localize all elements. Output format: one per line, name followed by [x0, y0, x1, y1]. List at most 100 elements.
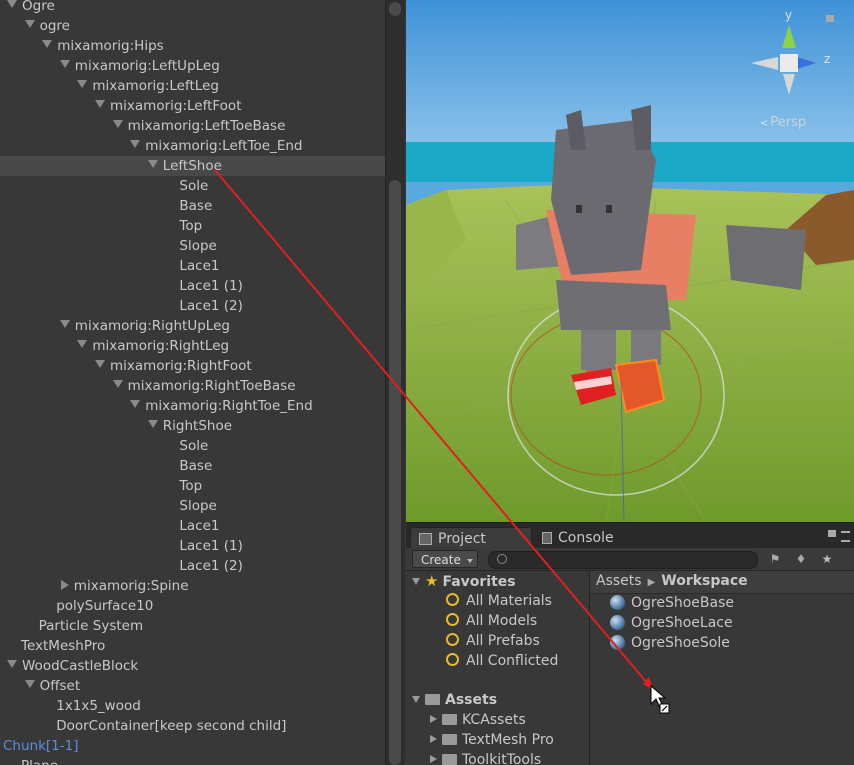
scrollbar-up-cap[interactable] — [389, 2, 401, 16]
chevron-down-icon[interactable] — [130, 400, 141, 408]
lock-icon[interactable] — [826, 15, 834, 22]
chevron-down-icon[interactable] — [147, 160, 158, 168]
hierarchy-row[interactable]: mixamorig:Spine — [0, 576, 385, 596]
hierarchy-row[interactable]: mixamorig:RightFoot — [0, 356, 385, 376]
chevron-down-icon[interactable] — [24, 20, 35, 28]
hierarchy-row[interactable]: Base — [0, 456, 385, 476]
hierarchy-scrollbar[interactable] — [385, 0, 405, 765]
asset-folder[interactable]: TextMesh Pro — [430, 730, 554, 750]
chevron-down-icon[interactable] — [42, 40, 53, 48]
lock-icon[interactable] — [828, 530, 836, 537]
tab-project[interactable]: Project — [410, 527, 532, 550]
hierarchy-row[interactable]: mixamorig:LeftToeBase — [0, 116, 385, 136]
hierarchy-row[interactable]: mixamorig:LeftFoot — [0, 96, 385, 116]
favorite-item[interactable]: All Materials — [446, 591, 552, 611]
hierarchy-row[interactable]: Slope — [0, 236, 385, 256]
asset-folder-label: KCAssets — [462, 712, 526, 728]
hierarchy-row[interactable]: LeftShoe — [0, 156, 385, 176]
chevron-down-icon[interactable] — [95, 360, 105, 368]
breadcrumb-current[interactable]: Workspace — [661, 573, 747, 589]
chevron-down-icon[interactable] — [59, 60, 70, 68]
hierarchy-row[interactable]: Lace1 — [0, 256, 385, 276]
chevron-down-icon[interactable] — [24, 680, 35, 688]
gizmo-center-cube[interactable] — [780, 54, 798, 72]
hierarchy-row[interactable]: Chunk[1-1] — [0, 736, 385, 756]
hierarchy-row[interactable]: mixamorig:RightLeg — [0, 336, 385, 356]
hierarchy-row[interactable]: mixamorig:Hips — [0, 36, 385, 56]
hierarchy-row[interactable]: Slope — [0, 496, 385, 516]
chevron-down-icon[interactable] — [77, 80, 88, 88]
hierarchy-row[interactable]: WoodCastleBlock — [0, 656, 385, 676]
hierarchy-row[interactable]: DoorContainer[keep second child] — [0, 716, 385, 736]
hierarchy-row[interactable]: Base — [0, 196, 385, 216]
chevron-down-icon[interactable] — [130, 140, 141, 148]
folder-icon — [419, 533, 432, 545]
hierarchy-row[interactable]: Particle System — [0, 616, 385, 636]
hierarchy-row[interactable]: mixamorig:LeftUpLeg — [0, 56, 385, 76]
persp-label[interactable]: < Persp — [760, 115, 806, 130]
hierarchy-row-label: Lace1 — [179, 258, 220, 274]
asset-file[interactable]: OgreShoeLace — [610, 613, 733, 633]
hierarchy-row-label: Chunk[1-1] — [3, 738, 79, 754]
search-input[interactable] — [488, 551, 758, 569]
hierarchy-row[interactable]: Ogre — [0, 0, 385, 16]
gizmo-y-label: y — [785, 8, 792, 22]
asset-folder[interactable]: ToolkitTools — [430, 750, 541, 765]
chevron-down-icon[interactable] — [59, 320, 70, 328]
asset-file[interactable]: OgreShoeBase — [610, 593, 734, 613]
chevron-down-icon[interactable] — [112, 120, 123, 128]
filter-by-label-icon[interactable]: ♦ — [792, 551, 810, 567]
assets-label: Assets — [445, 692, 498, 708]
project-file-list[interactable]: Assets ▶ Workspace OgreShoeBase OgreShoeLa… — [590, 571, 854, 765]
hierarchy-row[interactable]: Sole — [0, 436, 385, 456]
chevron-down-icon[interactable] — [7, 660, 17, 668]
favorite-item[interactable]: All Prefabs — [446, 631, 540, 651]
chevron-right-icon[interactable] — [60, 580, 69, 590]
hierarchy-row[interactable]: Plane — [0, 756, 385, 765]
chevron-down-icon[interactable] — [77, 340, 88, 348]
hierarchy-row-label: Lace1 — [179, 518, 220, 534]
hierarchy-row[interactable]: mixamorig:LeftLeg — [0, 76, 385, 96]
hierarchy-row[interactable]: TextMeshPro — [0, 636, 385, 656]
hierarchy-row-label: LeftShoe — [162, 158, 222, 174]
hierarchy-row[interactable]: mixamorig:RightToeBase — [0, 376, 385, 396]
hierarchy-row[interactable]: Sole — [0, 176, 385, 196]
breadcrumb-root[interactable]: Assets — [596, 573, 642, 589]
hierarchy-row[interactable]: RightShoe — [0, 416, 385, 436]
asset-folder[interactable]: KCAssets — [430, 710, 526, 730]
create-button[interactable]: Create — [412, 550, 478, 568]
scrollbar-thumb[interactable] — [389, 180, 401, 765]
chevron-down-icon[interactable] — [95, 100, 105, 108]
star-icon: ★ — [425, 572, 439, 590]
hierarchy-row[interactable]: mixamorig:RightUpLeg — [0, 316, 385, 336]
favorite-star-icon[interactable]: ★ — [818, 551, 836, 567]
hierarchy-row[interactable]: Lace1 (1) — [0, 536, 385, 556]
chevron-down-icon[interactable] — [147, 420, 158, 428]
hierarchy-row[interactable]: mixamorig:LeftToe_End — [0, 136, 385, 156]
menu-icon[interactable] — [841, 531, 850, 542]
hierarchy-row[interactable]: Top — [0, 216, 385, 236]
hierarchy-row[interactable]: mixamorig:RightToe_End — [0, 396, 385, 416]
hierarchy-row[interactable]: polySurface10 — [0, 596, 385, 616]
hierarchy-row[interactable]: Top — [0, 476, 385, 496]
scene-view[interactable]: y z — [406, 0, 854, 522]
chevron-down-icon[interactable] — [7, 0, 17, 8]
hierarchy-row[interactable]: Lace1 — [0, 516, 385, 536]
hierarchy-row[interactable]: Lace1 (1) — [0, 276, 385, 296]
favorite-item[interactable]: All Conflicted — [446, 651, 558, 671]
hierarchy-row-label: mixamorig:LeftFoot — [110, 98, 242, 114]
hierarchy-row[interactable]: Lace1 (2) — [0, 296, 385, 316]
chevron-down-icon[interactable] — [112, 380, 123, 388]
hierarchy-row[interactable]: 1x1x5_wood — [0, 696, 385, 716]
hierarchy-row[interactable]: Offset — [0, 676, 385, 696]
hierarchy-row[interactable]: ogre — [0, 16, 385, 36]
tab-console[interactable]: Console — [534, 527, 622, 549]
favorite-item[interactable]: All Models — [446, 611, 537, 631]
hierarchy-row[interactable]: Lace1 (2) — [0, 556, 385, 576]
hierarchy-row-label: DoorContainer[keep second child] — [56, 718, 287, 734]
scene-render[interactable]: y z — [406, 0, 854, 522]
assets-header[interactable]: Assets — [412, 690, 497, 710]
filter-by-type-icon[interactable]: ⚑ — [766, 551, 784, 567]
favorites-header[interactable]: ★ Favorites — [412, 571, 516, 591]
asset-file[interactable]: OgreShoeSole — [610, 633, 730, 653]
